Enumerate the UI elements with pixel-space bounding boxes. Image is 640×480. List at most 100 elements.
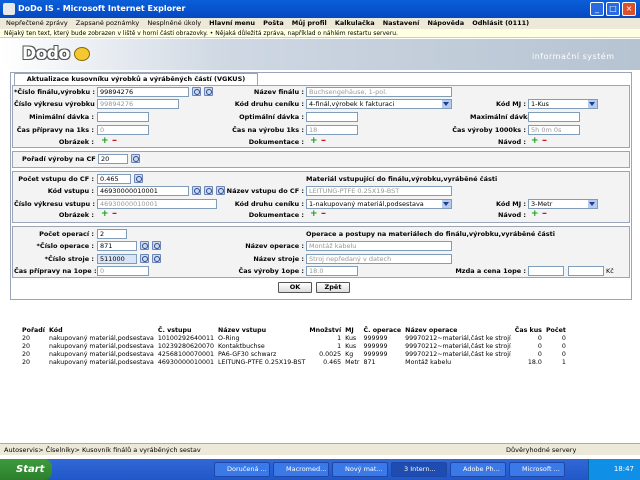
table-row[interactable]: 20 nakupovaný materiál,podsestava 10239280… (20, 342, 568, 350)
search-icon[interactable] (192, 87, 201, 96)
cislo-finalu-input[interactable]: 99894276 (97, 87, 189, 97)
cas-pripravy-input[interactable]: 0 (97, 125, 149, 135)
max-davka-label: Maximální dávka : (470, 113, 537, 121)
add-icon[interactable]: + (531, 137, 539, 146)
cell: Kontaktbuchse (218, 342, 265, 350)
back-button[interactable]: Zpět (316, 282, 350, 293)
add-icon[interactable]: + (101, 137, 109, 146)
cislo-vykresu-label: Číslo výkresu výrobku : (14, 100, 100, 108)
add-icon[interactable]: + (310, 210, 318, 219)
task-inbox[interactable]: Doručená ... (214, 462, 270, 477)
close-button[interactable]: × (622, 2, 636, 16)
search-icon[interactable] (140, 254, 149, 263)
cas-vyroby-input[interactable]: 18 (306, 125, 358, 135)
col-mnozstvi[interactable]: Množství (307, 326, 343, 334)
add-icon[interactable]: + (310, 137, 318, 146)
banner-subtitle: informační systém (532, 52, 615, 61)
task-microsoft[interactable]: Microsoft ... (509, 462, 565, 477)
cislo-vykresu-input[interactable]: 99894276 (97, 99, 179, 109)
table-row[interactable]: 20 nakupovaný materiál,podsestava 10100292… (20, 334, 568, 342)
link-icon[interactable] (216, 186, 225, 195)
cas-pripravy-ope-input[interactable]: 0 (97, 266, 149, 276)
cislo-stroje-input[interactable]: 511000 (97, 254, 137, 264)
menu-unread-messages[interactable]: Nepřečtené zprávy (6, 19, 68, 27)
remove-icon[interactable]: – (321, 209, 326, 219)
nazev-operace-input[interactable]: Montáž kabelu (306, 241, 452, 251)
search-icon[interactable] (152, 254, 161, 263)
start-button[interactable]: Start (0, 459, 52, 480)
add-icon[interactable]: + (531, 210, 539, 219)
remove-icon[interactable]: – (542, 209, 547, 219)
cena-input[interactable] (568, 266, 604, 276)
menu-mail[interactable]: Pošta (263, 19, 284, 27)
nazev-finalu-input[interactable]: Buchsengehäuse, 1-pol. (306, 87, 452, 97)
max-davka-input[interactable] (528, 112, 580, 122)
search-icon[interactable] (204, 186, 213, 195)
remove-icon[interactable]: – (112, 209, 117, 219)
cas-1000-input[interactable]: 5h 0m 0s (528, 125, 580, 135)
col-cislo-operace[interactable]: Č. operace (362, 326, 404, 334)
menu-profile[interactable]: Můj profil (292, 19, 327, 27)
pocet-vstupu-input[interactable]: 0.465 (97, 174, 131, 184)
table-row[interactable]: 20 nakupovaný materiál,podsestava 42568100… (20, 350, 568, 358)
col-mj[interactable]: MJ (343, 326, 361, 334)
cell: 999999 (363, 350, 388, 358)
menu-notes[interactable]: Zapsané poznámky (76, 19, 139, 27)
col-cislo-vstupu[interactable]: Č. vstupu (156, 326, 216, 334)
maximize-button[interactable]: □ (606, 2, 620, 16)
nazev-operace-label: Název operace : (245, 242, 304, 250)
minimize-button[interactable]: _ (590, 2, 604, 16)
add-icon[interactable]: + (101, 210, 109, 219)
kod-mj-vstupu-select[interactable]: 3-Metr (528, 199, 598, 209)
task-photoshop[interactable]: Adobe Ph... (450, 462, 506, 477)
form-tab[interactable]: Aktualizace kusovníku výrobků a výráběný… (14, 73, 258, 85)
search-icon[interactable] (134, 174, 143, 183)
cas-pripravy-label: Čas přípravy na 1ks : (16, 126, 94, 134)
task-new-mail[interactable]: Nový mat... (332, 462, 388, 477)
kod-vstupu-input[interactable]: 46930000010001 (97, 186, 189, 196)
table-row[interactable]: 20 nakupovaný materiál,podsestava 46930000… (20, 358, 568, 366)
col-nazev-operace[interactable]: Název operace (403, 326, 513, 334)
navod-vstupu-label: Návod : (497, 211, 526, 219)
kod-ceniku-select[interactable]: 4-finál,výrobek k fakturaci (306, 99, 452, 109)
nazev-vstupu-label: Název vstupu do CF : (226, 187, 304, 195)
col-poradi[interactable]: Pořadí (20, 326, 47, 334)
col-pocet[interactable]: Počet (544, 326, 568, 334)
col-cas-kus[interactable]: Čas kus (513, 326, 544, 334)
menu-settings[interactable]: Nastavení (383, 19, 420, 27)
menu-tasks[interactable]: Nesplněné úkoly (147, 19, 201, 27)
remove-icon[interactable]: – (321, 136, 326, 146)
search-icon[interactable] (204, 87, 213, 96)
search-icon[interactable] (152, 241, 161, 250)
operations-header: Operace a postupy na materiálech do finá… (306, 230, 556, 238)
menu-calculator[interactable]: Kalkulačka (335, 19, 375, 27)
cas-vyroby-ope-label: Čas výroby 1ope : (238, 267, 305, 275)
kod-mj-select[interactable]: 1-Kus (528, 99, 598, 109)
pocet-operaci-input[interactable]: 2 (97, 229, 127, 239)
search-icon[interactable] (192, 186, 201, 195)
mzda-input[interactable] (528, 266, 564, 276)
min-davka-input[interactable] (97, 112, 149, 122)
col-kod[interactable]: Kód (47, 326, 156, 334)
col-nazev-vstupu[interactable]: Název vstupu (216, 326, 307, 334)
ok-button[interactable]: OK (278, 282, 312, 293)
nazev-stroje-input[interactable]: Stroj nepředaný v datech (306, 254, 452, 264)
menu-main[interactable]: Hlavní menu (209, 19, 255, 27)
task-macromedia[interactable]: Macromed... (273, 462, 329, 477)
menu-help[interactable]: Nápověda (427, 19, 464, 27)
cas-vyroby-ope-input[interactable]: 18.0 (306, 266, 358, 276)
search-icon[interactable] (131, 154, 140, 163)
menu-logout[interactable]: Odhlásit (0111) (472, 19, 529, 27)
ie-icon (3, 3, 15, 15)
remove-icon[interactable]: – (542, 136, 547, 146)
opt-davka-input[interactable] (306, 112, 358, 122)
nazev-vstupu-input[interactable]: LEITUNG-PTFE 0.25X19-BST (306, 186, 452, 196)
task-internet-explorer[interactable]: 3 Intern... (391, 462, 447, 477)
search-icon[interactable] (140, 241, 149, 250)
remove-icon[interactable]: – (112, 136, 117, 146)
cislo-operace-input[interactable]: 871 (97, 241, 137, 251)
cell: 42568100070001 (157, 350, 214, 358)
cell: nakupovaný materiál,podsestava (48, 358, 154, 366)
poradi-input[interactable]: 20 (98, 154, 128, 164)
kod-ceniku-vstupu-select[interactable]: 1-nakupovaný materiál,podsestava (306, 199, 452, 209)
